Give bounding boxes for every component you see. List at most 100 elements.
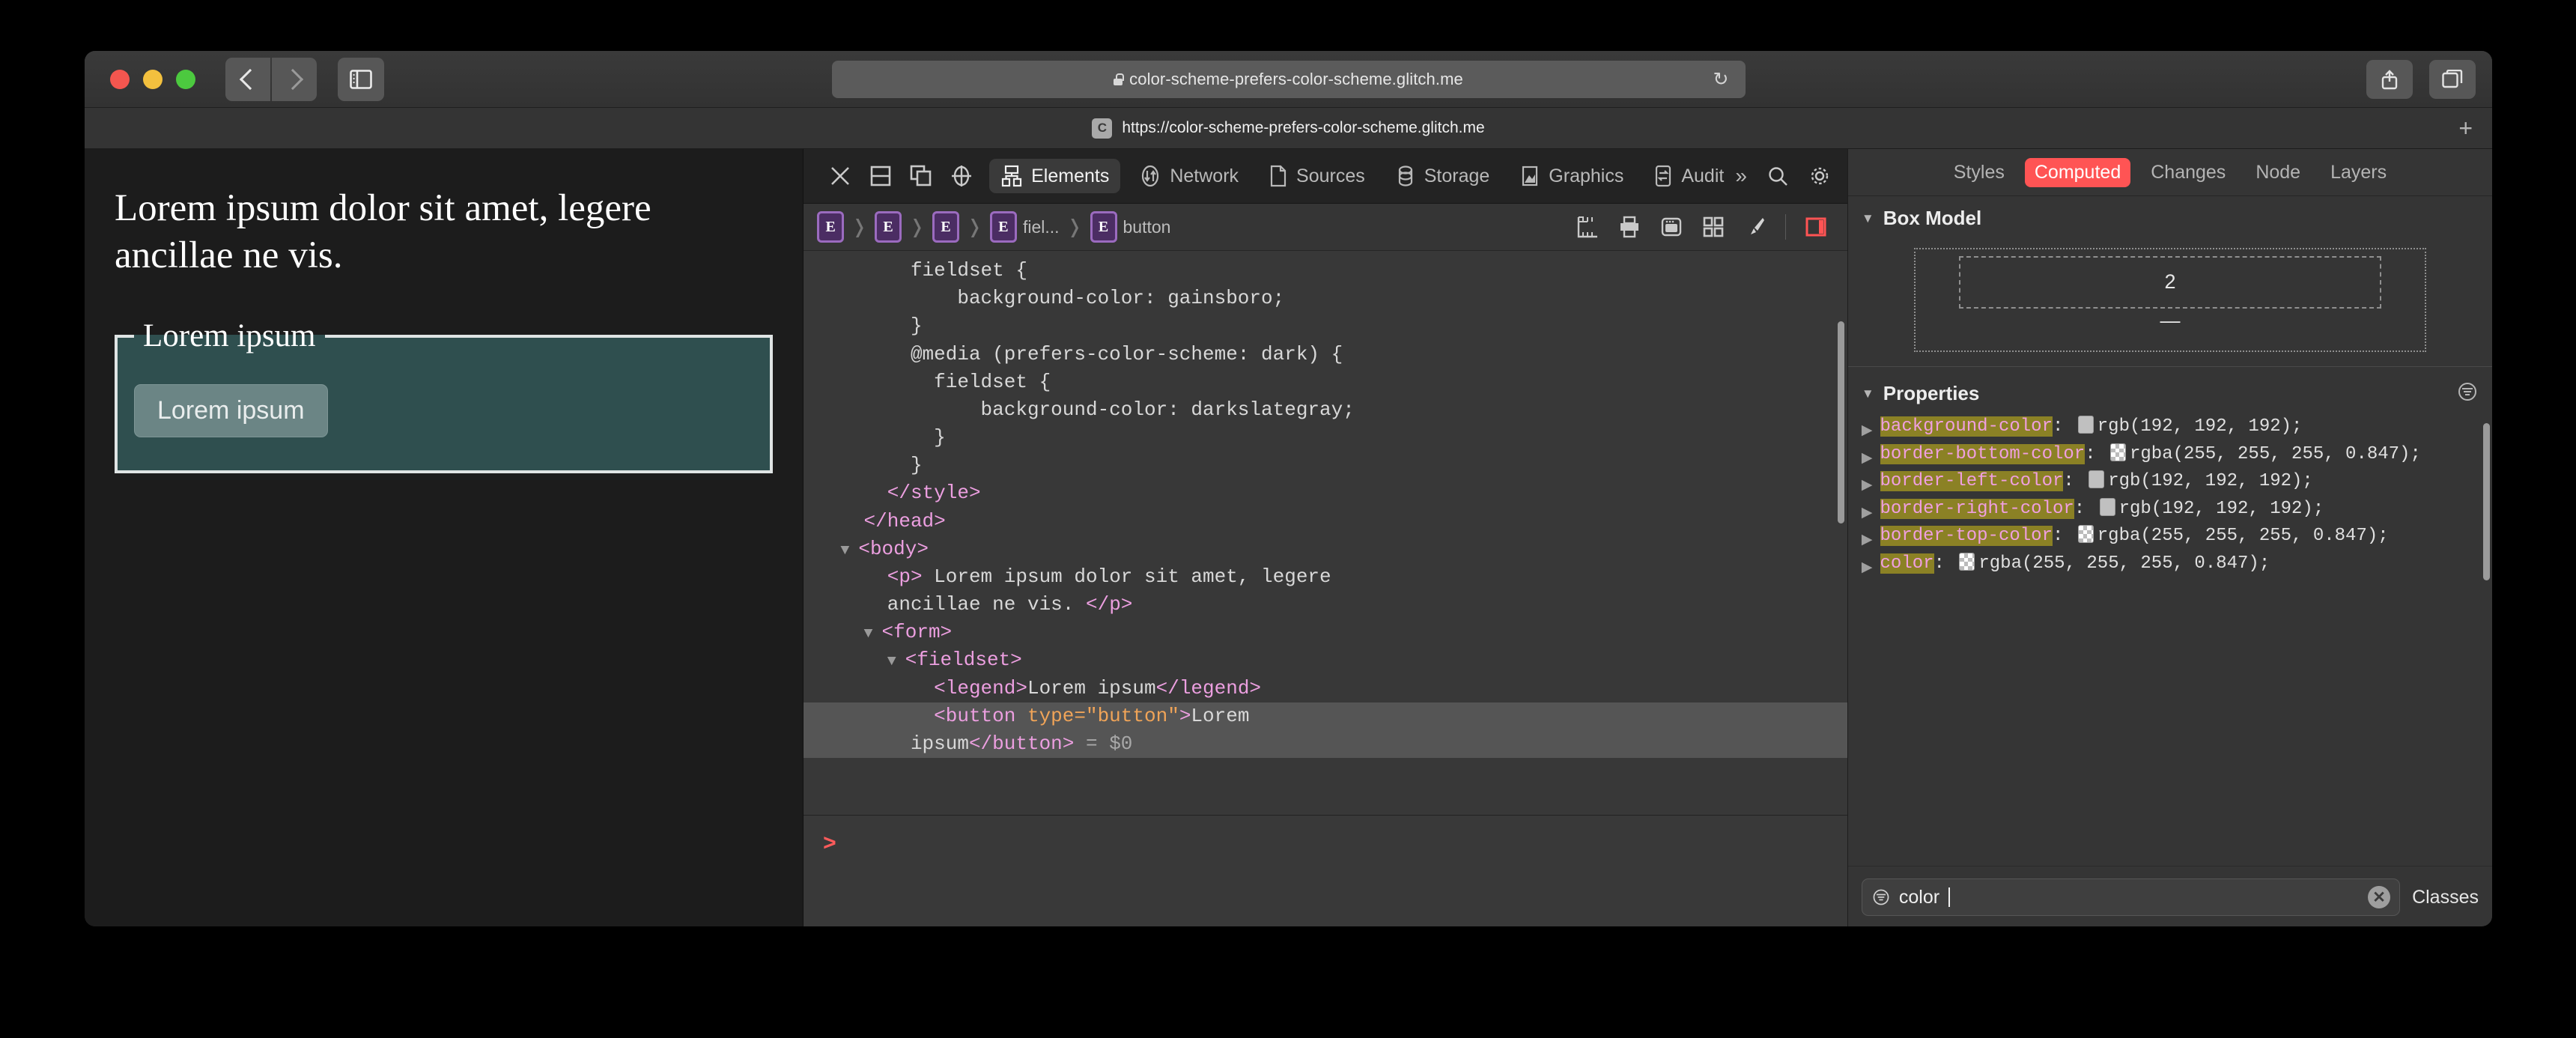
forward-button[interactable]	[272, 57, 317, 101]
filter-icon	[2458, 383, 2476, 401]
color-swatch[interactable]	[2077, 525, 2094, 544]
sidebar-tab-computed[interactable]: Computed	[2024, 157, 2131, 187]
new-tab-button[interactable]: +	[2458, 115, 2473, 142]
dom-row[interactable]: fieldset {	[804, 368, 1847, 396]
dom-row[interactable]: ▼ <body>	[804, 535, 1847, 563]
properties-filter-button[interactable]	[2456, 380, 2479, 407]
breadcrumb-item-button[interactable]: E button	[1090, 211, 1170, 243]
clear-filter-button[interactable]: ✕	[2368, 886, 2391, 908]
gear-icon[interactable]	[1808, 165, 1831, 187]
sidebar-tab-styles[interactable]: Styles	[1944, 158, 2014, 187]
paintbrush-icon[interactable]	[1743, 215, 1767, 239]
properties-header[interactable]: ▼ Properties	[1848, 370, 2492, 413]
disclosure-triangle-icon[interactable]: ▶	[1862, 497, 1873, 523]
disclosure-triangle-icon[interactable]: ▼	[1862, 211, 1874, 226]
sidebar-tab-layers[interactable]: Layers	[2321, 158, 2396, 187]
tab-network[interactable]: Network	[1128, 159, 1250, 193]
ruler-icon[interactable]	[1576, 215, 1600, 239]
disclosure-triangle-icon[interactable]: ▼	[1862, 386, 1874, 401]
dock-side-button[interactable]	[901, 156, 941, 196]
properties-scrollbar[interactable]	[2483, 423, 2490, 580]
color-swatch[interactable]	[2099, 497, 2115, 516]
disclosure-triangle-icon[interactable]: ▼	[887, 653, 905, 670]
address-bar[interactable]: color-scheme-prefers-color-scheme.glitch…	[831, 60, 1746, 98]
dom-row[interactable]: fieldset {	[804, 257, 1847, 285]
tab-audit[interactable]: Audit	[1642, 159, 1735, 193]
dom-row[interactable]: }	[804, 452, 1847, 479]
properties-filter-input[interactable]: color ✕	[1861, 878, 2401, 916]
element-badge: E	[932, 211, 960, 243]
tab-storage[interactable]: Storage	[1384, 159, 1501, 193]
dom-token-tag: </head>	[863, 509, 946, 532]
dom-row[interactable]: @media (prefers-color-scheme: dark) {	[804, 341, 1847, 368]
sidebar-tab-changes[interactable]: Changes	[2141, 158, 2235, 187]
tab-graphics[interactable]: Graphics	[1508, 159, 1635, 193]
reload-icon[interactable]: ↻	[1713, 68, 1729, 91]
maximize-window-button[interactable]	[176, 69, 195, 89]
dom-row[interactable]: }	[804, 424, 1847, 452]
print-icon[interactable]	[1617, 215, 1641, 239]
disclosure-triangle-icon[interactable]: ▼	[864, 625, 882, 643]
dom-row[interactable]: ancillae ne vis. </p>	[804, 591, 1847, 619]
disclosure-triangle-icon[interactable]: ▶	[1862, 469, 1873, 496]
box-model-header[interactable]: ▼ Box Model	[1848, 196, 2492, 236]
dom-tree[interactable]: fieldset { background-color: gainsboro; …	[804, 251, 1847, 815]
breadcrumb-item[interactable]: E fiel...	[989, 211, 1060, 243]
overflow-tabs-button[interactable]: »	[1735, 164, 1747, 188]
layout-sidebar-icon[interactable]	[1804, 215, 1828, 239]
color-swatch[interactable]	[1959, 552, 1975, 571]
inspect-element-button[interactable]	[941, 156, 982, 196]
disclosure-triangle-icon[interactable]: ▼	[840, 542, 858, 559]
dom-row[interactable]: ▼ <fieldset>	[804, 646, 1847, 674]
breadcrumb-label: fiel...	[1022, 216, 1060, 237]
disclosure-triangle-icon[interactable]: ▶	[1862, 442, 1873, 469]
dock-bottom-button[interactable]	[860, 156, 901, 196]
tab-overview-button[interactable]	[2429, 59, 2476, 99]
color-swatch[interactable]	[2110, 443, 2126, 461]
dom-row-selected[interactable]: ipsum</button> = $0	[804, 729, 1847, 759]
minimize-window-button[interactable]	[143, 69, 162, 89]
disclosure-triangle-icon[interactable]: ▶	[1862, 414, 1873, 441]
grid-layout-icon[interactable]	[1701, 215, 1725, 239]
share-button[interactable]	[2366, 59, 2413, 99]
property-row[interactable]: ▶ color: rgba(255, 255, 255, 0.847);	[1862, 551, 2479, 578]
tab-elements[interactable]: Elements	[989, 159, 1121, 193]
color-swatch[interactable]	[2089, 470, 2105, 489]
breadcrumb-item[interactable]: E	[817, 211, 845, 243]
breadcrumb-item[interactable]: E	[875, 211, 902, 243]
close-window-button[interactable]	[110, 69, 130, 89]
browser-tab[interactable]: C https://color-scheme-prefers-color-sch…	[1092, 118, 1485, 139]
demo-button[interactable]: Lorem ipsum	[134, 384, 328, 438]
dom-row[interactable]: <p> Lorem ipsum dolor sit amet, legere	[804, 563, 1847, 591]
property-row[interactable]: ▶ background-color: rgb(192, 192, 192);	[1862, 414, 2479, 441]
console-prompt-area[interactable]: >	[804, 815, 1847, 926]
back-button[interactable]	[225, 57, 270, 101]
sidebar-toggle-button[interactable]	[338, 57, 384, 101]
dom-row[interactable]: }	[804, 312, 1847, 340]
disclosure-triangle-icon[interactable]: ▶	[1862, 551, 1873, 578]
disclosure-triangle-icon[interactable]: ▶	[1862, 523, 1873, 550]
search-icon[interactable]	[1767, 165, 1789, 187]
properties-list[interactable]: ▶ background-color: rgb(192, 192, 192); ▶ b…	[1848, 413, 2492, 866]
tab-sources[interactable]: Sources	[1257, 159, 1376, 193]
dom-row[interactable]: </style>	[804, 479, 1847, 507]
dom-scrollbar[interactable]	[1837, 321, 1844, 523]
dom-row[interactable]: ▼ <form>	[804, 619, 1847, 646]
close-inspector-button[interactable]	[820, 156, 860, 196]
dom-row[interactable]: background-color: gainsboro;	[804, 285, 1847, 312]
box-model-bottom-value: —	[2160, 309, 2181, 332]
classes-button[interactable]: Classes	[2412, 887, 2479, 908]
sidebar-tab-node[interactable]: Node	[2246, 158, 2310, 187]
breadcrumb-item[interactable]: E	[932, 211, 960, 243]
property-row[interactable]: ▶ border-top-color: rgba(255, 255, 255, 0…	[1862, 523, 2479, 550]
property-row[interactable]: ▶ border-bottom-color: rgba(255, 255, 255…	[1862, 442, 2479, 469]
property-row[interactable]: ▶ border-right-color: rgb(192, 192, 192);	[1862, 497, 2479, 523]
dom-row-selected[interactable]: <button type="button">Lorem	[804, 702, 1847, 730]
property-row[interactable]: ▶ border-left-color: rgb(192, 192, 192);	[1862, 469, 2479, 496]
dom-row[interactable]: </head>	[804, 508, 1847, 535]
rendered-page: Lorem ipsum dolor sit amet, legere ancil…	[85, 149, 804, 926]
dom-row[interactable]: background-color: darkslategray;	[804, 396, 1847, 424]
color-swatch[interactable]	[2077, 416, 2094, 434]
browser-window-icon[interactable]	[1659, 215, 1683, 239]
dom-row[interactable]: <legend>Lorem ipsum</legend>	[804, 675, 1847, 702]
